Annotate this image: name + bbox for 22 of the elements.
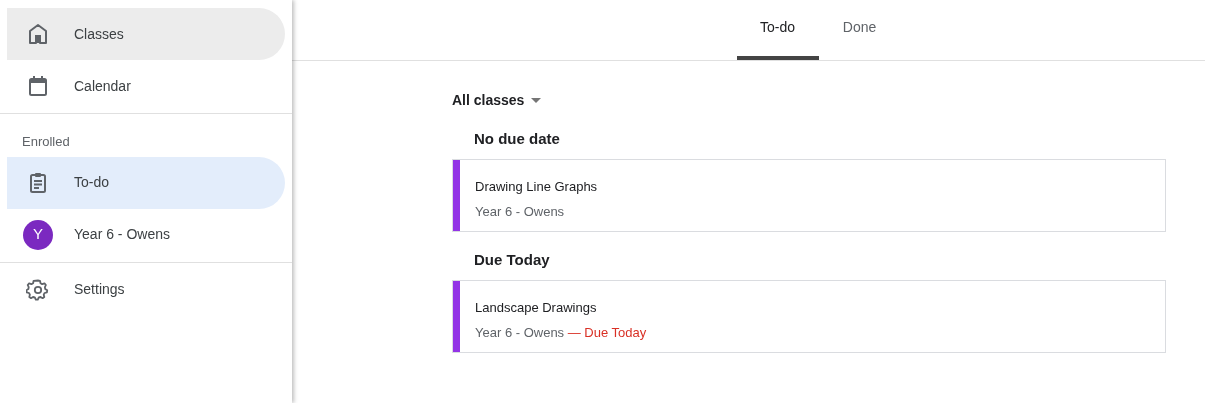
assignment-card[interactable]: Drawing Line Graphs Year 6 - Owens: [452, 159, 1166, 232]
section-heading: Enrolled: [21, 133, 71, 151]
tab[interactable]: Done: [818, 0, 901, 60]
home-icon: [26, 22, 50, 46]
avatar: Y: [23, 219, 53, 250]
class-filter-dropdown[interactable]: All classes: [452, 90, 542, 111]
sidebar-item[interactable]: Settings: [7, 263, 285, 316]
section-heading: Due Today: [473, 249, 551, 270]
sidebar-item[interactable]: Classes: [7, 8, 285, 60]
caret-icon: [531, 98, 542, 103]
sidebar-item[interactable]: To-do: [7, 156, 285, 209]
assignment-title: Drawing Line Graphs: [475, 178, 598, 196]
assignment-card[interactable]: Landscape Drawings Year 6 - Owens — Due Today: [452, 280, 1166, 353]
section-heading: No due date: [473, 128, 561, 149]
tab[interactable]: To-do: [736, 0, 819, 60]
settings-icon: [26, 277, 50, 302]
assignment-details: Year 6 - Owens: [475, 202, 566, 221]
assignment-title: Landscape Drawings: [475, 299, 598, 317]
sidebar-item[interactable]: Calendar: [7, 60, 285, 112]
sidebar-item[interactable]: Y Year 6 - Owens: [7, 208, 285, 261]
calendar-icon: [26, 74, 50, 98]
assignment-details: Year 6 - Owens — Due Today: [475, 323, 647, 342]
